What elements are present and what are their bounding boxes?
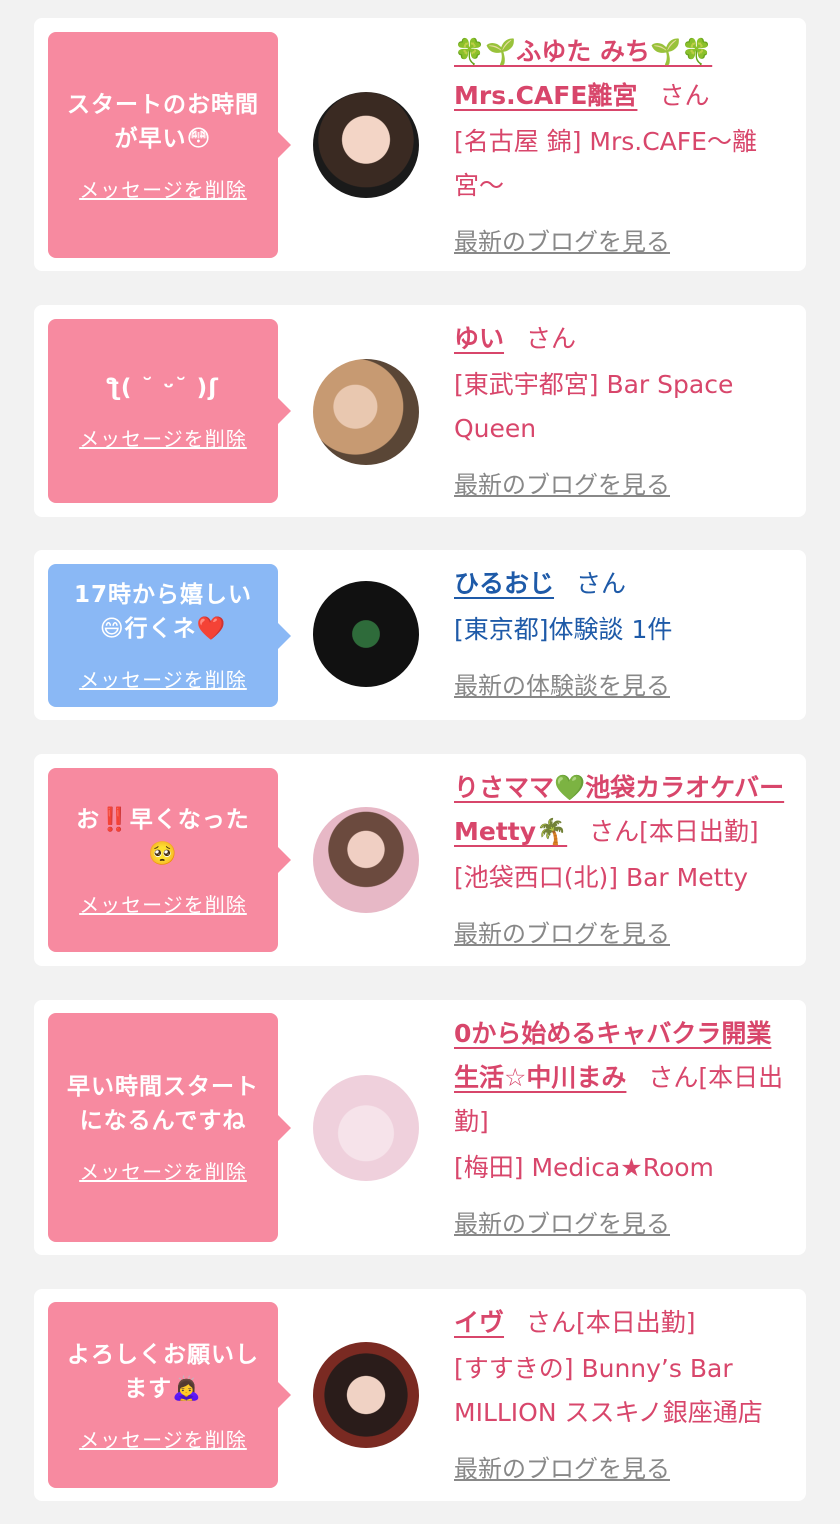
name-suffix: さん[本日出勤] xyxy=(526,1308,696,1337)
user-info: ひるおじ さん [東京都]体験談 1件 最新の体験談を見る xyxy=(454,562,796,708)
avatar[interactable] xyxy=(313,359,419,465)
name-suffix: さん xyxy=(526,324,577,353)
user-name-link[interactable]: イヴ xyxy=(454,1308,504,1337)
shop-name: [東武宇都宮] Bar Space Queen xyxy=(454,370,734,443)
shop-name: [池袋西口(北)] Bar Metty xyxy=(454,863,749,892)
message-card: スタートのお時間が早い😳 メッセージを削除 🍀🌱ふゆた みち🌱🍀 Mrs.CAF… xyxy=(34,18,806,271)
shop-name: [梅田] Medica★Room xyxy=(454,1153,714,1182)
latest-blog-link[interactable]: 最新のブログを見る xyxy=(454,220,796,264)
name-suffix: さん xyxy=(659,81,710,110)
message-text: 17時から嬉しい😄行くネ❤️ xyxy=(73,582,252,642)
latest-blog-link[interactable]: 最新のブログを見る xyxy=(454,912,796,956)
message-text: お‼️早くなった🥺 xyxy=(76,806,250,867)
latest-blog-link[interactable]: 最新のブログを見る xyxy=(454,1202,796,1246)
message-card: 17時から嬉しい😄行くネ❤️ メッセージを削除 ひるおじ さん [東京都]体験談 … xyxy=(34,550,806,720)
shop-name: [東京都]体験談 1件 xyxy=(454,615,673,644)
user-name-link[interactable]: ひるおじ xyxy=(454,569,554,598)
user-info: 🍀🌱ふゆた みち🌱🍀 Mrs.CAFE離宮 さん [名古屋 錦] Mrs.CAFE… xyxy=(454,30,796,264)
user-info: 0から始めるキャバクラ開業生活☆中川まみ さん[本日出勤] [梅田] Medica… xyxy=(454,1012,796,1246)
delete-message-link[interactable]: メッセージを削除 xyxy=(79,423,247,452)
message-card: よろしくお願いします🙇‍♀️ メッセージを削除 イヴ さん[本日出勤] [すすきの… xyxy=(34,1289,806,1501)
latest-blog-link[interactable]: 最新のブログを見る xyxy=(454,1447,796,1491)
message-text: 早い時間スタートになるんですね xyxy=(67,1074,259,1134)
delete-message-link[interactable]: メッセージを削除 xyxy=(79,1156,247,1185)
user-info: ゆい さん [東武宇都宮] Bar Space Queen 最新のブログを見る xyxy=(454,317,796,507)
message-text: スタートのお時間が早い😳 xyxy=(67,91,259,152)
avatar[interactable] xyxy=(313,1075,419,1181)
message-bubble: 早い時間スタートになるんですね メッセージを削除 xyxy=(48,1013,291,1242)
message-card: ƪ( ˘ ᵕ˘ )ʃ メッセージを削除 ゆい さん [東武宇都宮] Bar Spa… xyxy=(34,305,806,517)
delete-message-link[interactable]: メッセージを削除 xyxy=(79,889,247,918)
user-info: りさママ💚池袋カラオケバーMetty🌴 さん[本日出勤] [池袋西口(北)] Ba… xyxy=(454,766,796,956)
message-bubble: 17時から嬉しい😄行くネ❤️ メッセージを削除 xyxy=(48,564,291,707)
name-suffix: さん xyxy=(576,569,627,598)
message-text: よろしくお願いします🙇‍♀️ xyxy=(67,1341,259,1402)
latest-review-link[interactable]: 最新の体験談を見る xyxy=(454,664,796,708)
user-name-link[interactable]: ゆい xyxy=(454,324,504,353)
avatar[interactable] xyxy=(313,581,419,687)
delete-message-link[interactable]: メッセージを削除 xyxy=(79,664,247,693)
delete-message-link[interactable]: メッセージを削除 xyxy=(79,174,247,203)
message-bubble: よろしくお願いします🙇‍♀️ メッセージを削除 xyxy=(48,1302,291,1488)
shop-name: [すすきの] Bunny’s Bar MILLION ススキノ銀座通店 xyxy=(454,1354,763,1427)
message-bubble: お‼️早くなった🥺 メッセージを削除 xyxy=(48,768,291,952)
latest-blog-link[interactable]: 最新のブログを見る xyxy=(454,463,796,507)
delete-message-link[interactable]: メッセージを削除 xyxy=(79,1424,247,1453)
name-suffix: さん[本日出勤] xyxy=(589,817,759,846)
message-card: お‼️早くなった🥺 メッセージを削除 りさママ💚池袋カラオケバーMetty🌴 さん… xyxy=(34,754,806,966)
avatar[interactable] xyxy=(313,92,419,198)
shop-name: [名古屋 錦] Mrs.CAFE〜離宮〜 xyxy=(454,127,757,200)
user-info: イヴ さん[本日出勤] [すすきの] Bunny’s Bar MILLION スス… xyxy=(454,1301,796,1491)
message-bubble: スタートのお時間が早い😳 メッセージを削除 xyxy=(48,32,291,258)
message-text: ƪ( ˘ ᵕ˘ )ʃ xyxy=(107,374,219,401)
message-bubble: ƪ( ˘ ᵕ˘ )ʃ メッセージを削除 xyxy=(48,319,291,503)
message-card: 早い時間スタートになるんですね メッセージを削除 0から始めるキャバクラ開業生活… xyxy=(34,1000,806,1255)
avatar[interactable] xyxy=(313,1342,419,1448)
avatar[interactable] xyxy=(313,807,419,913)
